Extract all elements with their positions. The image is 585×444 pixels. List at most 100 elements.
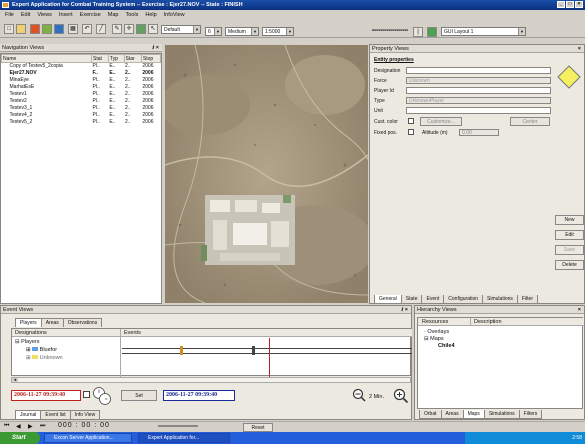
close-button[interactable]: × bbox=[575, 1, 583, 8]
panel-close-icon[interactable]: ⅈ × bbox=[401, 306, 408, 314]
tab-observations[interactable]: Observations bbox=[62, 318, 103, 327]
layout-combo[interactable]: GUI Layout 1 ▼ bbox=[441, 27, 526, 36]
crosshair-icon[interactable]: ✛ bbox=[124, 24, 134, 34]
designation-field[interactable] bbox=[406, 67, 551, 74]
player-icon[interactable] bbox=[42, 24, 52, 34]
menu-insert[interactable]: Insert bbox=[59, 10, 73, 20]
quality-combo[interactable]: Medium ▼ bbox=[225, 27, 259, 36]
tab-state[interactable]: State bbox=[400, 295, 423, 304]
line-icon[interactable]: ╱ bbox=[96, 24, 106, 34]
panel-close-icon[interactable]: × bbox=[578, 45, 581, 53]
menu-views[interactable]: Views bbox=[37, 10, 52, 20]
pen-icon[interactable]: ✎ bbox=[112, 24, 122, 34]
start-button[interactable]: Start bbox=[0, 432, 40, 444]
tab-general[interactable]: General bbox=[374, 295, 402, 304]
clock-icon[interactable] bbox=[92, 386, 112, 406]
delete-button[interactable]: Delete bbox=[555, 260, 584, 270]
menu-tools[interactable]: Tools bbox=[126, 10, 139, 20]
taskbar-item-expert[interactable]: Expert Application for... bbox=[138, 433, 230, 443]
open-icon[interactable] bbox=[16, 24, 26, 34]
tree-node-overlays[interactable]: · Overlays bbox=[424, 329, 449, 335]
grid-icon[interactable]: ▦ bbox=[68, 24, 78, 34]
column-header[interactable]: Star bbox=[123, 54, 142, 63]
table-row[interactable]: Testev1 Pl.. E.. 2.. 2006 bbox=[2, 91, 161, 98]
tree-node-maps[interactable]: ⊟ Maps bbox=[424, 336, 444, 342]
tab-simulations[interactable]: Simulations bbox=[483, 410, 520, 419]
play-icon[interactable]: ▶ bbox=[28, 423, 33, 430]
new-button[interactable]: New bbox=[555, 215, 584, 225]
tab-configuration[interactable]: Configuration bbox=[443, 295, 484, 304]
start-time-field[interactable]: 2006-11-27 09:39:40 bbox=[11, 390, 81, 401]
unit-field[interactable] bbox=[406, 107, 551, 114]
tab-event-list[interactable]: Event list bbox=[40, 410, 71, 419]
tab-players[interactable]: Players bbox=[15, 318, 42, 327]
save-icon[interactable] bbox=[54, 24, 64, 34]
tab-filter[interactable]: Filter bbox=[516, 295, 539, 304]
cust-color-checkbox[interactable] bbox=[408, 118, 414, 124]
tab-maps[interactable]: Maps bbox=[462, 410, 485, 419]
tree-node-unknown[interactable]: ⊞ Unknown bbox=[26, 355, 63, 361]
slider-handle-icon[interactable]: | bbox=[413, 27, 423, 37]
table-row[interactable]: Copy of Testev5_2copia Pl.. E.. 2.. 2006 bbox=[2, 63, 161, 70]
fixed-pos-checkbox[interactable] bbox=[408, 129, 414, 135]
undo-icon[interactable]: ↶ bbox=[82, 24, 92, 34]
layout-icon[interactable] bbox=[427, 27, 437, 37]
tab-journal[interactable]: Journal bbox=[15, 410, 42, 419]
column-header[interactable]: Name bbox=[1, 54, 92, 63]
zoom-in-icon[interactable] bbox=[393, 388, 409, 404]
exercise-icon[interactable] bbox=[30, 24, 40, 34]
center-button[interactable]: Center bbox=[510, 117, 550, 126]
tab-areas[interactable]: Areas bbox=[440, 410, 464, 419]
menu-help[interactable]: Help bbox=[145, 10, 156, 20]
taskbar-item-excon[interactable]: Excon Server Application... bbox=[44, 433, 132, 443]
menu-map[interactable]: Map bbox=[108, 10, 119, 20]
tab-simulations[interactable]: Simulations bbox=[482, 295, 518, 304]
table-row[interactable]: MinaEye Pl.. E.. 2.. 2006 bbox=[2, 77, 161, 84]
table-row[interactable]: Testev2 Pl.. E.. 2.. 2006 bbox=[2, 98, 161, 105]
table-row[interactable]: Testev3_1 Pl.. E.. 2.. 2006 bbox=[2, 105, 161, 112]
tab-info-view[interactable]: Info View bbox=[69, 410, 101, 419]
table-row[interactable]: MarhatEsE Pl.. E.. 2.. 2006 bbox=[2, 84, 161, 91]
table-row[interactable]: Ejer27.NOV F.. E.. 2.. 2006 bbox=[2, 70, 161, 77]
menu-file[interactable]: File bbox=[5, 10, 14, 20]
marker-icon[interactable] bbox=[136, 24, 146, 34]
step-back-icon[interactable]: ◀ bbox=[16, 423, 21, 430]
panel-close-icon[interactable]: × bbox=[578, 306, 581, 314]
panel-close-icon[interactable]: ⅈ × bbox=[152, 44, 159, 52]
size-combo[interactable]: 6 ▼ bbox=[205, 27, 222, 36]
satellite-map[interactable] bbox=[165, 45, 368, 303]
customize-button[interactable]: Customize... bbox=[420, 117, 462, 126]
event-marker[interactable] bbox=[252, 346, 255, 355]
maximize-button[interactable]: □ bbox=[566, 1, 574, 8]
menu-infoview[interactable]: InfoView bbox=[164, 10, 185, 20]
altitude-field[interactable]: 0.00 bbox=[459, 129, 499, 136]
type-select[interactable]: UnknownPlayer bbox=[406, 97, 551, 104]
timeline-scrollbar[interactable]: ◄ bbox=[11, 377, 411, 383]
reset-button[interactable]: Reset bbox=[243, 423, 273, 432]
table-row[interactable]: Testev5_2 Pl.. E.. 2.. 2006 bbox=[2, 119, 161, 126]
timeline-cursor[interactable] bbox=[269, 338, 270, 377]
tab-filters[interactable]: Filters bbox=[518, 410, 543, 419]
time-checkbox[interactable] bbox=[83, 391, 90, 398]
speed-slider[interactable] bbox=[158, 425, 198, 427]
table-row[interactable]: Testev4_2 Pl.. E.. 2.. 2006 bbox=[2, 112, 161, 119]
tree-node-players[interactable]: ⊟ Players bbox=[15, 339, 39, 345]
column-header[interactable]: Stop bbox=[140, 54, 161, 63]
tab-orbat[interactable]: Orbat bbox=[419, 410, 442, 419]
save-button[interactable]: Save bbox=[555, 245, 584, 255]
tree-node-bluefor[interactable]: ⊞ Bluefor bbox=[26, 347, 57, 353]
skip-end-icon[interactable]: ⏭ bbox=[40, 423, 45, 430]
zoom-out-icon[interactable] bbox=[352, 388, 366, 402]
set-button[interactable]: Set bbox=[121, 390, 157, 401]
column-header[interactable]: Typ bbox=[107, 54, 125, 63]
force-select[interactable]: Unknown bbox=[406, 77, 551, 84]
menu-edit[interactable]: Edit bbox=[21, 10, 30, 20]
pointer-icon[interactable]: ↖ bbox=[148, 24, 158, 34]
column-header[interactable]: Stat bbox=[91, 54, 109, 63]
end-time-field[interactable]: 2006-11-27 09:39:40 bbox=[163, 390, 235, 401]
player-id-field[interactable] bbox=[406, 87, 551, 94]
new-icon[interactable]: □ bbox=[4, 24, 14, 34]
zoom-slider[interactable] bbox=[372, 29, 408, 31]
tree-node-chile4[interactable]: Chile4 bbox=[438, 343, 455, 349]
skip-start-icon[interactable]: ⏮ bbox=[4, 423, 9, 430]
